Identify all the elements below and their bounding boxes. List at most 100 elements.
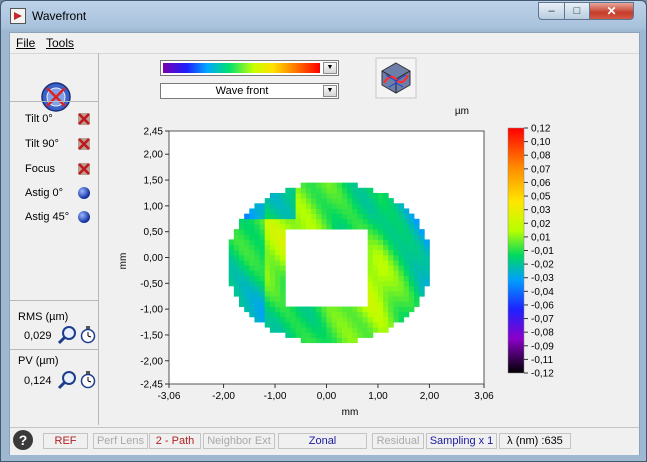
sampling-indicator[interactable]: Sampling x 1 bbox=[426, 433, 497, 449]
wavefront-pixel bbox=[275, 265, 281, 271]
maximize-button[interactable]: □ bbox=[564, 2, 590, 20]
disabled-x-icon[interactable] bbox=[77, 162, 91, 176]
wavefront-pixel bbox=[377, 260, 384, 266]
wavefront-pixel bbox=[269, 280, 276, 287]
wavefront-pixel bbox=[249, 306, 255, 313]
wavefront-pixel bbox=[264, 296, 271, 302]
wavefront-pixel bbox=[336, 306, 343, 313]
wavefront-pixel bbox=[362, 192, 369, 199]
wavefront-pixel bbox=[388, 275, 394, 282]
neighbor-ext-indicator[interactable]: Neighbor Ext bbox=[203, 433, 275, 449]
wavefront-pixel bbox=[367, 280, 374, 287]
wavefront-pixel bbox=[305, 218, 312, 225]
wavefront-pixel bbox=[367, 327, 374, 333]
y-tick-label: -0,50 bbox=[140, 279, 163, 290]
wavefront-pixel bbox=[367, 239, 374, 245]
wavefront-pixel bbox=[377, 198, 384, 204]
minimize-button[interactable]: – bbox=[538, 2, 565, 20]
wavefront-pixel bbox=[259, 229, 266, 235]
disabled-x-icon[interactable] bbox=[77, 137, 91, 151]
wavefront-pixel bbox=[295, 198, 302, 204]
wavefront-pixel bbox=[377, 249, 384, 256]
wavefront-pixel bbox=[275, 249, 281, 256]
close-button[interactable]: ✕ bbox=[589, 2, 634, 20]
chevron-down-icon[interactable]: ▼ bbox=[323, 85, 337, 97]
wavefront-pixel bbox=[383, 280, 389, 287]
wavefront-pixel bbox=[352, 337, 358, 344]
wavefront-pixel bbox=[269, 213, 276, 220]
wavefront-pixel bbox=[408, 260, 415, 266]
wavefront-pixel bbox=[259, 223, 266, 230]
palette-select[interactable]: ▼ bbox=[160, 60, 339, 76]
magnifier-icon[interactable] bbox=[56, 369, 78, 391]
menu-bar: File Tools bbox=[10, 33, 639, 54]
wavefront-pixel bbox=[388, 229, 394, 235]
wavefront-pixel bbox=[305, 322, 312, 328]
wavefront-pixel bbox=[326, 311, 333, 318]
wavefront-pixel bbox=[280, 229, 286, 235]
wavefront-pixel bbox=[295, 332, 302, 338]
display-mode-select[interactable]: Wave front ▼ bbox=[160, 83, 339, 99]
wavefront-pixel bbox=[259, 239, 266, 245]
wavefront-pixel bbox=[300, 306, 307, 313]
wavefront-pixel bbox=[341, 223, 348, 230]
wavefront-pixel bbox=[254, 291, 260, 297]
wavefront-pixel bbox=[275, 208, 281, 215]
wavefront-pixel bbox=[239, 291, 245, 297]
wavefront-pixel bbox=[336, 192, 343, 199]
wavefront-pixel bbox=[300, 203, 307, 209]
path-indicator[interactable]: 2 - Path bbox=[149, 433, 201, 449]
wavefront-pixel bbox=[393, 229, 399, 235]
wavefront-pixel bbox=[403, 280, 410, 287]
chevron-down-icon[interactable]: ▼ bbox=[323, 62, 337, 74]
wavefront-pixel bbox=[275, 270, 281, 276]
wavefront-pixel bbox=[352, 198, 358, 204]
blue-sphere-icon[interactable] bbox=[77, 210, 91, 224]
help-icon[interactable]: ? bbox=[13, 430, 33, 450]
wavefront-pixel bbox=[408, 275, 415, 282]
wavefront-pixel bbox=[388, 203, 394, 209]
colorbar-tick-label: 0,07 bbox=[531, 164, 551, 175]
wavefront-pixel bbox=[300, 192, 307, 199]
menu-file[interactable]: File bbox=[16, 36, 35, 50]
wavefront-pixel bbox=[377, 311, 384, 318]
magnifier-icon[interactable] bbox=[56, 324, 78, 346]
zonal-indicator[interactable]: Zonal bbox=[278, 433, 367, 449]
stopwatch-icon[interactable] bbox=[80, 326, 96, 344]
blue-sphere-icon[interactable] bbox=[77, 186, 91, 200]
wavefront-pixel bbox=[408, 229, 415, 235]
wavefront-pixel bbox=[372, 198, 379, 204]
wavefront-pixel bbox=[377, 229, 384, 235]
wavefront-pixel bbox=[275, 316, 281, 323]
menu-tools[interactable]: Tools bbox=[46, 36, 74, 50]
wavefront-analysis-icon[interactable] bbox=[39, 80, 73, 114]
wavefront-pixel bbox=[403, 285, 410, 292]
stopwatch-icon[interactable] bbox=[80, 371, 96, 389]
wavefront-pixel bbox=[321, 198, 327, 204]
disabled-x-icon[interactable] bbox=[77, 112, 91, 126]
wavefront-pixel bbox=[388, 223, 394, 230]
wavefront-pixel bbox=[239, 249, 245, 256]
wavefront-pixel bbox=[331, 322, 338, 328]
wavefront-pixel bbox=[388, 208, 394, 215]
wavefront-pixel bbox=[275, 218, 281, 225]
colorbar-tick-label: -0,07 bbox=[531, 314, 554, 325]
display-mode-value: Wave front bbox=[215, 85, 269, 97]
wavefront-pixel bbox=[383, 296, 389, 302]
wavefront-pixel bbox=[331, 203, 338, 209]
wavefront-pixel bbox=[357, 327, 363, 333]
title-bar[interactable]: Wavefront – □ ✕ bbox=[1, 1, 646, 31]
wavefront-pixel bbox=[326, 213, 333, 220]
wavefront-pixel bbox=[352, 316, 358, 323]
wavefront-pixel bbox=[280, 223, 286, 230]
wavefront-pixel bbox=[285, 311, 291, 318]
ref-indicator[interactable]: REF bbox=[43, 433, 88, 449]
wavefront-pixel bbox=[249, 311, 255, 318]
perf-lens-indicator[interactable]: Perf Lens bbox=[93, 433, 148, 449]
residual-indicator[interactable]: Residual bbox=[372, 433, 424, 449]
3d-view-icon[interactable] bbox=[375, 57, 417, 99]
wavefront-pixel bbox=[403, 301, 410, 307]
path-label: 2 - Path bbox=[155, 435, 195, 447]
wavefront-pixel bbox=[403, 260, 410, 266]
wavefront-pixel bbox=[372, 249, 379, 256]
